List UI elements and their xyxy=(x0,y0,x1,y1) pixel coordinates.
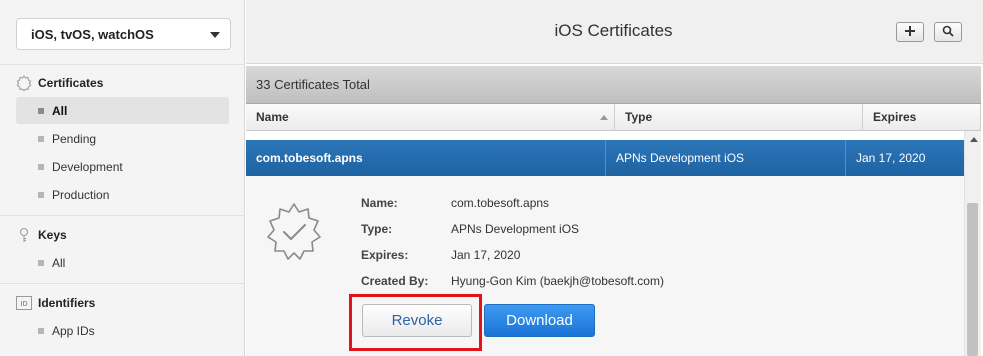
bullet-icon xyxy=(38,191,44,198)
scroll-thumb[interactable] xyxy=(967,203,978,356)
sidebar-item-label: All xyxy=(52,103,68,118)
divider xyxy=(0,64,245,65)
sidebar-item-keys-all[interactable]: All xyxy=(16,249,229,276)
add-button[interactable] xyxy=(896,22,924,42)
column-header-expires[interactable]: Expires xyxy=(863,104,981,131)
sidebar-item-production[interactable]: Production xyxy=(16,181,229,208)
bullet-icon xyxy=(38,163,44,170)
bullet-icon xyxy=(38,107,44,114)
sidebar-item-development[interactable]: Development xyxy=(16,153,229,180)
section-keys: Keys xyxy=(16,227,67,243)
chevron-down-icon xyxy=(210,32,220,38)
divider xyxy=(0,283,245,284)
section-identifiers-label: Identifiers xyxy=(38,296,96,310)
sidebar-item-label: Pending xyxy=(52,131,97,146)
bullet-icon xyxy=(38,135,44,142)
section-certificates-label: Certificates xyxy=(38,76,104,90)
column-header-type[interactable]: Type xyxy=(615,104,863,131)
sidebar-item-app-ids[interactable]: App IDs xyxy=(16,317,229,344)
sort-ascending-icon xyxy=(600,115,608,120)
platform-select[interactable]: iOS, tvOS, watchOS xyxy=(16,18,231,50)
plus-icon xyxy=(904,25,916,40)
section-keys-label: Keys xyxy=(38,228,67,242)
detail-value-created-by: Hyung-Gon Kim (baekjh@tobesoft.com) xyxy=(451,274,664,288)
search-icon xyxy=(942,25,954,40)
sidebar-item-label: App IDs xyxy=(52,323,95,338)
cell-expires: Jan 17, 2020 xyxy=(856,151,926,165)
sidebar-item-label: Development xyxy=(52,159,123,174)
table-row[interactable]: com.tobesoft.apns APNs Development iOS J… xyxy=(246,140,964,176)
scroll-up-icon[interactable] xyxy=(970,137,978,142)
detail-value-expires: Jan 17, 2020 xyxy=(451,248,521,262)
header: iOS Certificates xyxy=(246,0,983,64)
platform-select-value: iOS, tvOS, watchOS xyxy=(31,26,154,42)
detail-value-type: APNs Development iOS xyxy=(451,222,580,236)
search-button[interactable] xyxy=(934,22,962,42)
page-title: iOS Certificates xyxy=(554,21,673,40)
download-button[interactable]: Download xyxy=(484,304,595,337)
section-certificates: Certificates xyxy=(16,75,103,91)
column-header-label: Expires xyxy=(873,110,917,124)
sidebar-item-pending[interactable]: Pending xyxy=(16,125,229,152)
detail-label-expires: Expires: xyxy=(361,248,409,262)
detail-label-type: Type: xyxy=(361,222,393,236)
certificate-detail-panel: Name: com.tobesoft.apns Type: APNs Devel… xyxy=(246,176,964,356)
column-header-label: Type xyxy=(625,110,653,124)
sidebar-item-certificates-all[interactable]: All xyxy=(16,97,229,124)
scrollbar[interactable] xyxy=(964,131,981,356)
bullet-icon xyxy=(38,327,44,334)
certificate-count: 33 Certificates Total xyxy=(246,66,981,104)
certificate-icon xyxy=(16,75,32,91)
detail-value-name: com.tobesoft.apns xyxy=(451,196,550,210)
column-header-name[interactable]: Name xyxy=(246,104,615,131)
cell-type: APNs Development iOS xyxy=(606,140,846,176)
certificate-badge-icon xyxy=(262,200,326,264)
divider xyxy=(0,215,245,216)
detail-label-created-by: Created By: xyxy=(361,274,429,288)
sidebar: iOS, tvOS, watchOS Certificates All Pend… xyxy=(0,0,245,356)
detail-label-name: Name: xyxy=(361,196,398,210)
id-icon: ID xyxy=(16,295,32,311)
main-content: iOS Certificates 33 Certificates Total N… xyxy=(246,0,983,356)
column-header-label: Name xyxy=(256,110,289,124)
bullet-icon xyxy=(38,259,44,266)
highlight-box xyxy=(349,294,482,351)
cell-name: com.tobesoft.apns xyxy=(246,140,606,176)
section-identifiers: ID Identifiers xyxy=(16,295,95,311)
sidebar-item-label: All xyxy=(52,255,66,270)
sidebar-item-label: Production xyxy=(52,187,110,202)
key-icon xyxy=(16,227,32,243)
svg-text:ID: ID xyxy=(21,301,28,308)
